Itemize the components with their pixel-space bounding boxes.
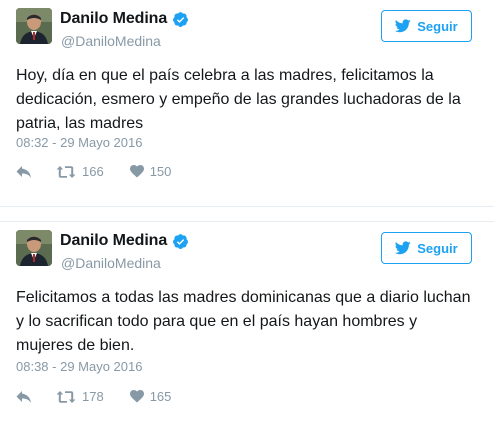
reply-icon (16, 390, 31, 403)
heart-icon (129, 390, 144, 403)
verified-badge-icon (172, 11, 189, 28)
twitter-bird-icon (395, 241, 411, 255)
screen-name[interactable]: @DaniloMedina (61, 255, 161, 271)
reply-icon (16, 165, 31, 178)
follow-button[interactable]: Seguir (381, 10, 472, 42)
follow-button[interactable]: Seguir (381, 232, 472, 264)
author-name-row: Danilo Medina (60, 232, 189, 250)
tweet-card: Danilo Medina @DaniloMedina Seguir Felic… (0, 222, 494, 423)
author-name-row: Danilo Medina (60, 10, 189, 28)
like-button[interactable]: 150 (129, 164, 172, 179)
tweet-text: Felicitamos a todas las madres dominican… (16, 289, 471, 354)
display-name[interactable]: Danilo Medina (60, 10, 167, 28)
reply-button[interactable] (16, 165, 32, 179)
like-button[interactable]: 165 (129, 389, 172, 404)
retweet-icon (56, 165, 76, 178)
tweet-separator (0, 206, 494, 222)
tweet-timestamp[interactable]: 08:38 - 29 Mayo 2016 (16, 359, 142, 374)
tweet-actions: 166 150 (16, 164, 171, 179)
heart-icon (129, 165, 144, 178)
twitter-bird-icon (395, 19, 411, 33)
follow-button-label: Seguir (417, 240, 458, 256)
retweet-count: 166 (82, 164, 104, 179)
reply-button[interactable] (16, 390, 32, 404)
like-count: 150 (149, 164, 172, 179)
tweet-actions: 178 165 (16, 389, 171, 404)
like-count: 165 (149, 389, 172, 404)
retweet-button[interactable]: 166 (56, 164, 104, 179)
tweet-text: Hoy, día en que el país celebra a las ma… (16, 67, 461, 132)
avatar[interactable] (16, 230, 52, 266)
follow-button-label: Seguir (417, 18, 458, 34)
tweet-card: Danilo Medina @DaniloMedina Seguir Hoy, … (0, 0, 494, 206)
retweet-icon (56, 390, 76, 403)
verified-badge-icon (172, 233, 189, 250)
retweet-count: 178 (82, 389, 104, 404)
screen-name[interactable]: @DaniloMedina (61, 33, 161, 49)
avatar[interactable] (16, 8, 52, 44)
retweet-button[interactable]: 178 (56, 389, 104, 404)
tweet-timestamp[interactable]: 08:32 - 29 Mayo 2016 (16, 135, 142, 150)
display-name[interactable]: Danilo Medina (60, 232, 167, 250)
